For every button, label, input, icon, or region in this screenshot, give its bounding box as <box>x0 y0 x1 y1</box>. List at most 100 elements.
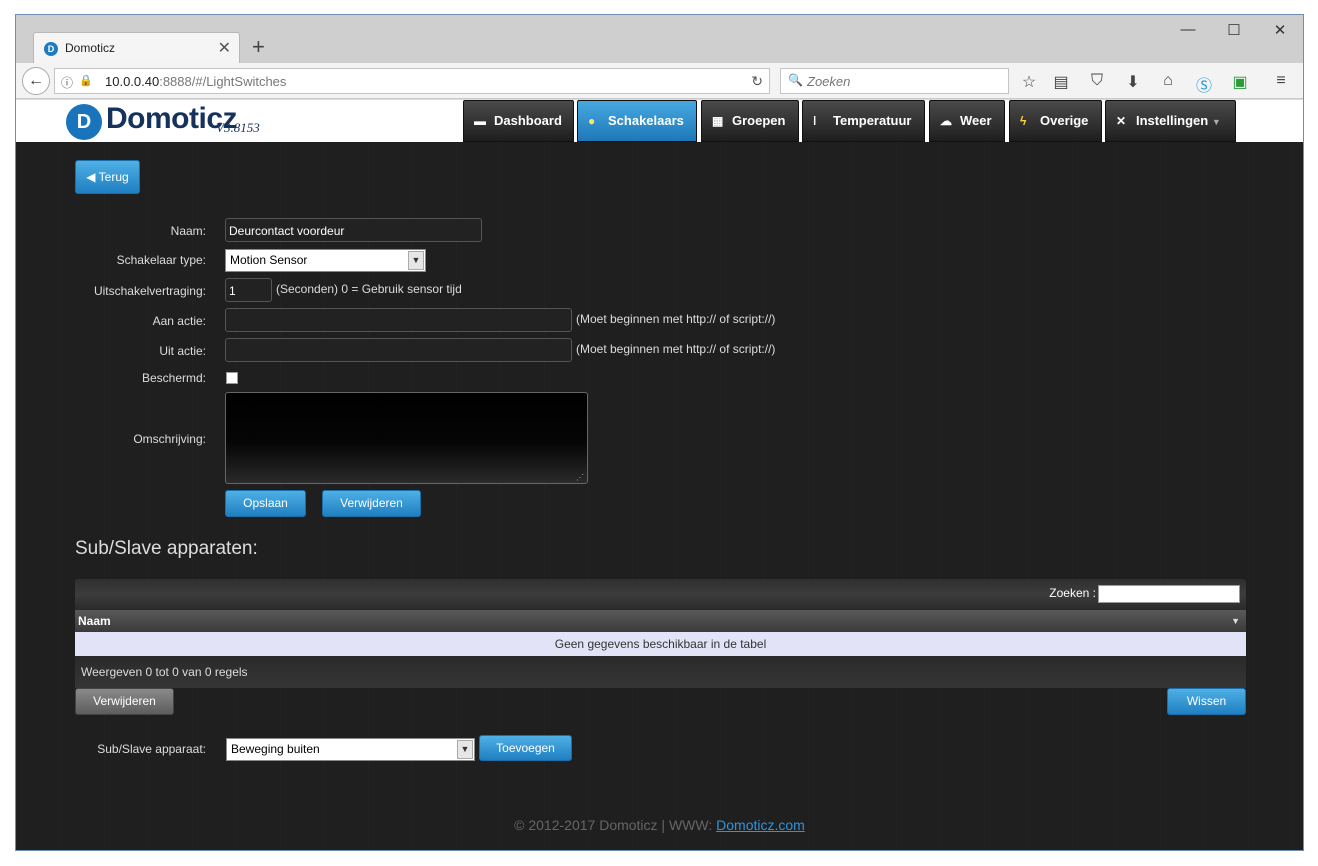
delete-button[interactable]: Verwijderen <box>322 490 421 517</box>
clear-button[interactable]: Wissen <box>1167 688 1246 715</box>
tab-label: Temperatuur <box>833 113 912 128</box>
main-content: ◀ Terug Naam: Deurcontact voordeur Schak… <box>16 142 1303 850</box>
table-empty-row: Geen gegevens beschikbaar in de tabel <box>75 632 1246 656</box>
description-textarea[interactable]: ⋰ <box>225 392 588 484</box>
subslave-device-label: Sub/Slave apparaat: <box>97 742 206 756</box>
close-tab-icon[interactable]: ✕ <box>218 38 231 58</box>
on-action-note: (Moet beginnen met http:// of script://) <box>576 312 776 326</box>
off-action-note: (Moet beginnen met http:// of script://) <box>576 342 776 356</box>
chevron-down-icon: ▼ <box>457 740 473 759</box>
tab-label: Overige <box>1040 113 1089 128</box>
tab-instellingen[interactable]: ✕ Instellingen ▼ <box>1105 100 1236 142</box>
thermometer-icon: ǀ <box>813 114 817 128</box>
name-label: Naam: <box>170 224 206 238</box>
subslave-device-value: Beweging buiten <box>231 742 320 756</box>
on-action-input[interactable] <box>225 308 572 332</box>
reading-list-icon[interactable]: ▤ <box>1050 72 1072 92</box>
add-button[interactable]: Toevoegen <box>479 735 572 761</box>
app-header: D Domoticz V3.8153 ▬ Dashboard ● Schakelaa… <box>16 100 1303 142</box>
tab-bar: D Domoticz ✕ + — ☐ ✕ <box>16 15 1303 63</box>
off-action-label: Uit actie: <box>159 344 206 358</box>
name-input[interactable]: Deurcontact voordeur <box>225 218 482 242</box>
maximize-icon[interactable]: ☐ <box>1224 21 1244 39</box>
reload-icon[interactable]: ↻ <box>751 73 763 90</box>
navigation-bar: ← ⓘ 🔒 10.0.0.40:8888/#/LightSwitches ↻ 🔍… <box>16 63 1303 99</box>
switch-type-value: Motion Sensor <box>230 253 308 267</box>
url-host: 10.0.0.40 <box>105 74 160 89</box>
domoticz-logo-icon: D <box>66 104 102 140</box>
on-action-label: Aan actie: <box>152 314 206 328</box>
save-button[interactable]: Opslaan <box>225 490 306 517</box>
footer-text: © 2012-2017 Domoticz | WWW: <box>514 817 717 833</box>
chevron-down-icon: ▼ <box>408 251 424 270</box>
lightning-icon: ϟ <box>1020 114 1027 128</box>
new-tab-icon[interactable]: + <box>252 34 265 60</box>
tab-weer[interactable]: ☁ Weer <box>929 100 1005 142</box>
subslave-delete-button[interactable]: Verwijderen <box>75 688 174 715</box>
tab-label: Dashboard <box>494 113 562 128</box>
back-button-terug[interactable]: ◀ Terug <box>75 160 140 194</box>
dropdown-caret-icon: ▼ <box>1211 117 1221 127</box>
insecure-lock-icon: 🔒 <box>79 75 93 87</box>
url-text: 10.0.0.40:8888/#/LightSwitches <box>105 74 286 89</box>
table-search-label: Zoeken : <box>1049 586 1096 600</box>
arrow-left-icon: ◀ <box>86 170 99 184</box>
clapperboard-icon: ▦ <box>712 114 724 128</box>
lightbulb-icon: ● <box>588 114 596 128</box>
protected-checkbox[interactable] <box>226 372 238 384</box>
sort-icon: ▼ <box>1231 616 1240 626</box>
search-placeholder: Zoeken <box>807 74 851 89</box>
skype-icon[interactable]: Ⓢ <box>1193 72 1215 96</box>
tab-schakelaars[interactable]: ● Schakelaars <box>577 100 697 142</box>
column-header-naam[interactable]: Naam ▼ <box>75 610 1246 632</box>
url-path: :8888/#/LightSwitches <box>159 74 287 89</box>
tab-temperatuur[interactable]: ǀ Temperatuur <box>802 100 925 142</box>
off-delay-label: Uitschakelvertraging: <box>93 284 206 298</box>
switch-type-select[interactable]: Motion Sensor ▼ <box>225 249 426 272</box>
subslave-table: Zoeken : Naam ▼ Geen gegevens beschikbaar… <box>75 579 1246 688</box>
browser-search-box[interactable]: 🔍 Zoeken <box>780 68 1009 94</box>
tab-overige[interactable]: ϟ Overige <box>1009 100 1102 142</box>
tab-title: Domoticz <box>65 41 116 55</box>
table-search-input[interactable] <box>1098 585 1240 603</box>
table-toolbar: Zoeken : <box>75 579 1246 610</box>
domoticz-favicon-icon: D <box>44 42 58 56</box>
minimize-icon[interactable]: — <box>1178 21 1198 38</box>
tab-label: Instellingen <box>1136 113 1209 128</box>
column-header-label: Naam <box>78 614 111 628</box>
tab-dashboard[interactable]: ▬ Dashboard <box>463 100 574 142</box>
info-icon[interactable]: ⓘ <box>61 74 73 91</box>
extension-icon[interactable]: ▣ <box>1229 72 1251 92</box>
close-window-icon[interactable]: ✕ <box>1270 21 1290 39</box>
subslave-title: Sub/Slave apparaten: <box>75 538 258 559</box>
address-bar[interactable]: ⓘ 🔒 10.0.0.40:8888/#/LightSwitches ↻ <box>54 68 770 94</box>
search-icon: 🔍 <box>788 73 803 87</box>
tab-label: Groepen <box>732 113 786 128</box>
bookmark-star-icon[interactable]: ☆ <box>1018 72 1040 92</box>
back-label: Terug <box>98 170 129 184</box>
tab-label: Schakelaars <box>608 113 684 128</box>
tools-icon: ✕ <box>1116 114 1127 128</box>
browser-tab[interactable]: D Domoticz ✕ <box>33 32 240 63</box>
resize-grip-icon[interactable]: ⋰ <box>576 473 584 482</box>
pocket-icon[interactable]: ⛉ <box>1086 72 1108 90</box>
subslave-device-select[interactable]: Beweging buiten ▼ <box>226 738 475 761</box>
off-delay-input[interactable]: 1 <box>225 278 272 302</box>
back-button[interactable]: ← <box>22 67 50 95</box>
protected-label: Beschermd: <box>141 371 206 385</box>
table-info: Weergeven 0 tot 0 van 0 regels <box>75 656 1246 688</box>
monitor-icon: ▬ <box>474 114 486 128</box>
tab-groepen[interactable]: ▦ Groepen <box>701 100 799 142</box>
tab-label: Weer <box>960 113 992 128</box>
off-delay-note: (Seconden) 0 = Gebruik sensor tijd <box>276 282 462 296</box>
version-label: V3.8153 <box>216 120 260 135</box>
menu-icon[interactable]: ≡ <box>1270 72 1292 90</box>
cloud-rain-icon: ☁ <box>940 114 952 128</box>
footer-link[interactable]: Domoticz.com <box>716 817 805 833</box>
download-icon[interactable]: ⬇ <box>1122 72 1144 92</box>
home-icon[interactable]: ⌂ <box>1157 72 1179 90</box>
browser-window: D Domoticz ✕ + — ☐ ✕ ← ⓘ 🔒 10.0.0.40:888… <box>15 14 1304 851</box>
off-action-input[interactable] <box>225 338 572 362</box>
page-footer: © 2012-2017 Domoticz | WWW: Domoticz.com <box>16 817 1303 833</box>
description-label: Omschrijving: <box>133 432 206 446</box>
